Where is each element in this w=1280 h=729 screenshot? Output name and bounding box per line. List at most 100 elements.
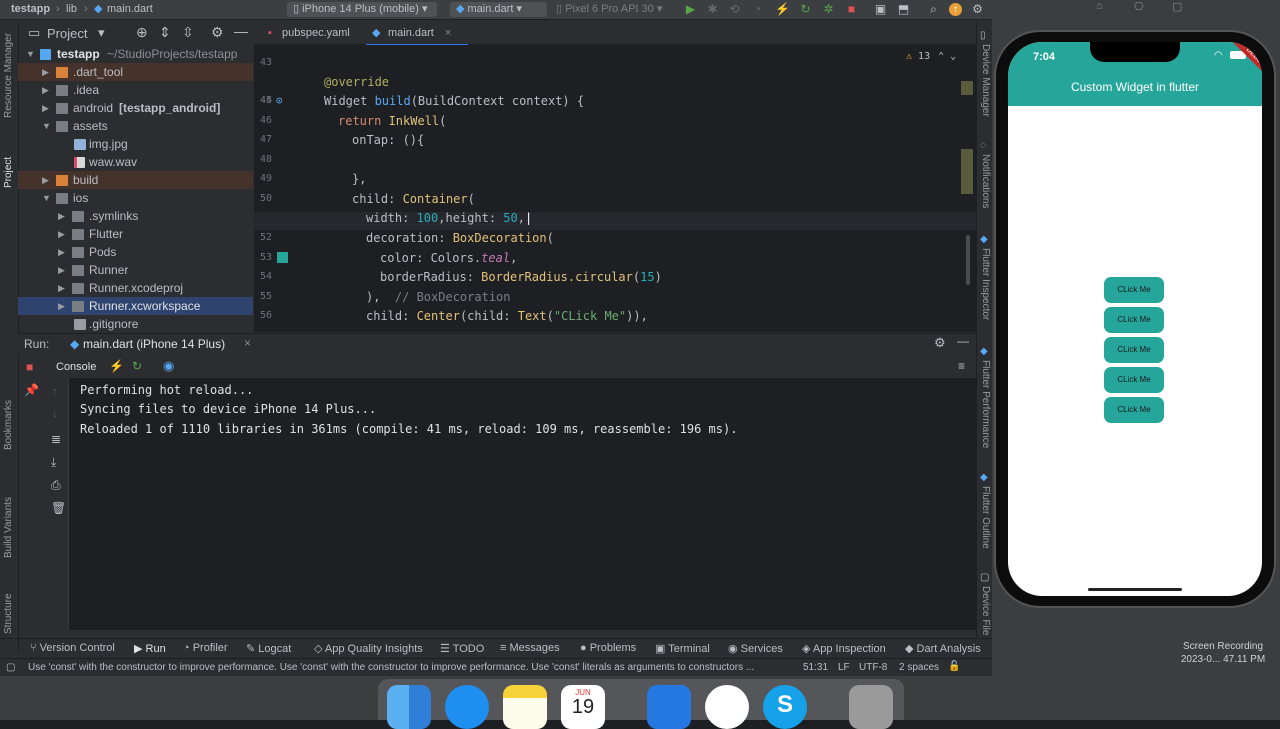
home-icon[interactable]: ⌂	[1096, 0, 1103, 12]
tool-dart-analysis[interactable]: ◆ Dart Analysis	[905, 642, 981, 655]
profile-icon[interactable]: ◔	[751, 3, 764, 16]
sdk-manager-icon[interactable]: ⬒	[897, 3, 910, 16]
editor-scrollbar[interactable]	[966, 235, 970, 285]
hot-reload-icon[interactable]: ⚡	[109, 359, 124, 373]
notes-icon[interactable]	[503, 685, 547, 729]
breadcrumb-project[interactable]: testapp	[11, 2, 50, 17]
device-manager-tab[interactable]: Device Manager	[980, 44, 991, 117]
hot-reload-icon[interactable]: ⚡	[775, 3, 790, 16]
color-swatch-icon[interactable]	[277, 252, 288, 263]
tree-item[interactable]: ▶ build	[18, 171, 253, 189]
tree-item[interactable]: ▶ Pods	[18, 243, 253, 261]
notifications-tab[interactable]: Notifications	[980, 154, 991, 208]
tool-app-quality-insights[interactable]: ◇ App Quality Insights	[314, 642, 423, 655]
skype-icon[interactable]: S	[763, 685, 807, 729]
tree-item[interactable]: ▶ android [testapp_android]	[18, 99, 253, 117]
print-icon[interactable]: ⎙	[51, 478, 61, 493]
tool-problems[interactable]: ● Problems	[580, 642, 636, 654]
tab-pubspec[interactable]: ▪ pubspec.yaml	[260, 22, 382, 44]
tool-run[interactable]: ▶ Run	[134, 642, 166, 655]
breadcrumb-lib[interactable]: lib	[66, 2, 77, 17]
chevron-down-icon[interactable]: ⌄	[950, 51, 956, 62]
collapse-all-icon[interactable]: ⇳	[182, 24, 194, 41]
click-me-button[interactable]: CLick Me	[1104, 307, 1164, 333]
project-view-title[interactable]: Project	[47, 26, 87, 41]
device-selector[interactable]: ▯ iPhone 14 Plus (mobile) ▾	[287, 2, 437, 17]
tool-version-control[interactable]: ⑂ Version Control	[30, 642, 115, 654]
tool-terminal[interactable]: ▣ Terminal	[655, 642, 710, 655]
build-variants-tab[interactable]: Build Variants	[3, 497, 14, 558]
tab-main-dart[interactable]: ◆ main.dart ×	[366, 22, 468, 46]
tool-messages[interactable]: ≡ Messages	[500, 642, 560, 654]
device-file-tab[interactable]: Device File	[980, 586, 991, 635]
tree-item[interactable]: ▼ assets	[18, 117, 253, 135]
tree-item-selected[interactable]: ▶ Runner.xcworkspace	[18, 297, 253, 315]
resource-manager-tab[interactable]: Resource Manager	[3, 33, 14, 118]
gear-icon[interactable]: ⚙	[934, 335, 946, 351]
close-icon[interactable]: ×	[244, 336, 251, 350]
tree-root[interactable]: ▼ testapp ~/StudioProjects/testapp	[18, 45, 253, 63]
settings-icon[interactable]: ⚙	[971, 3, 984, 16]
soft-wrap-icon[interactable]: ≣	[51, 432, 61, 446]
indent-setting[interactable]: 2 spaces	[899, 662, 939, 673]
code-editor[interactable]: ⚠ 13⌃⌄ 43 44 45 46 47 48 49 50 51 52 53 …	[254, 45, 976, 332]
stop-icon[interactable]: ■	[845, 3, 858, 16]
file-encoding[interactable]: UTF-8	[859, 662, 887, 673]
hot-restart-icon[interactable]: ↻	[799, 3, 812, 16]
tree-item[interactable]: ▼ ios	[18, 189, 253, 207]
minimize-icon[interactable]: —	[234, 23, 248, 39]
lock-icon[interactable]: 🔓	[948, 661, 960, 672]
search-icon[interactable]: ⌕	[927, 3, 940, 16]
attach-icon[interactable]: ⟲	[728, 3, 741, 16]
tool-todo[interactable]: ☰ TODO	[440, 642, 484, 655]
run-config-selector[interactable]: ◆ main.dart ▾	[450, 2, 547, 17]
pin-icon[interactable]: 📌	[24, 383, 39, 397]
home-indicator[interactable]	[1088, 588, 1182, 591]
menu-icon[interactable]: ≡	[958, 359, 965, 373]
run-config-tab[interactable]: main.dart (iPhone 14 Plus)	[83, 337, 225, 351]
flutter-outline-tab[interactable]: Flutter Outline	[980, 486, 991, 549]
status-square-icon[interactable]: ▢	[6, 662, 15, 673]
tree-item[interactable]: waw.wav	[18, 153, 253, 171]
tree-item[interactable]: img.jpg	[18, 135, 253, 153]
locate-icon[interactable]: ⊕	[136, 24, 148, 41]
chevron-up-icon[interactable]: ⌃	[938, 51, 944, 62]
tree-item[interactable]: .gitignore	[18, 315, 253, 333]
console-tab[interactable]: Console	[56, 361, 96, 373]
warning-count[interactable]: ⚠ 13 ⌃ ⌄	[906, 51, 956, 62]
click-me-button[interactable]: CLick Me	[1104, 397, 1164, 423]
safari-icon[interactable]	[445, 685, 489, 729]
finder-icon[interactable]	[387, 685, 431, 729]
iphone-screen[interactable]: 7:04 ◠ DEBUG Custom Widget in flutter CL…	[1008, 42, 1262, 596]
tool-app-inspection[interactable]: ◈ App Inspection	[802, 642, 886, 655]
cursor-position[interactable]: 51:31	[803, 662, 828, 673]
calendar-icon[interactable]: JUN 19	[561, 685, 605, 729]
xcode-icon[interactable]	[647, 685, 691, 729]
screenshot-icon[interactable]: ⎔	[1134, 0, 1144, 13]
hot-restart-icon[interactable]: ↻	[132, 359, 142, 373]
tree-item[interactable]: ▶ .symlinks	[18, 207, 253, 225]
minimize-icon[interactable]: —	[957, 334, 969, 348]
bookmarks-tab[interactable]: Bookmarks	[3, 400, 14, 450]
tree-item[interactable]: ▶ .idea	[18, 81, 253, 99]
flutter-performance-tab[interactable]: Flutter Performance	[980, 360, 991, 448]
tree-item[interactable]: ▶ Flutter	[18, 225, 253, 243]
tree-item[interactable]: ▶ Runner	[18, 261, 253, 279]
tree-item[interactable]: ▶ .dart_tool	[18, 63, 253, 81]
gear-icon[interactable]: ⚙	[211, 24, 224, 41]
structure-tab[interactable]: Structure	[3, 593, 14, 634]
trash-icon[interactable]: 🗑	[51, 501, 66, 515]
tree-item[interactable]: ▶ Runner.xcodeproj	[18, 279, 253, 297]
project-tab[interactable]: Project	[3, 157, 14, 188]
click-me-button[interactable]: CLick Me	[1104, 337, 1164, 363]
emulator-selector[interactable]: ▯ Pixel 6 Pro API 30 ▾	[556, 2, 666, 17]
status-message[interactable]: Use 'const' with the constructor to impr…	[28, 662, 778, 673]
tool-logcat[interactable]: ✎ Logcat	[246, 642, 291, 655]
run-icon[interactable]: ▶	[684, 3, 697, 16]
console-output[interactable]: Performing hot reload... Syncing files t…	[69, 378, 976, 630]
stop-icon[interactable]: ■	[26, 360, 33, 374]
android-studio-icon[interactable]	[705, 685, 749, 729]
line-separator[interactable]: LF	[838, 662, 850, 673]
tool-profiler[interactable]: ◔ Profiler	[183, 642, 228, 654]
scroll-to-end-icon[interactable]: ⤓	[51, 455, 56, 470]
